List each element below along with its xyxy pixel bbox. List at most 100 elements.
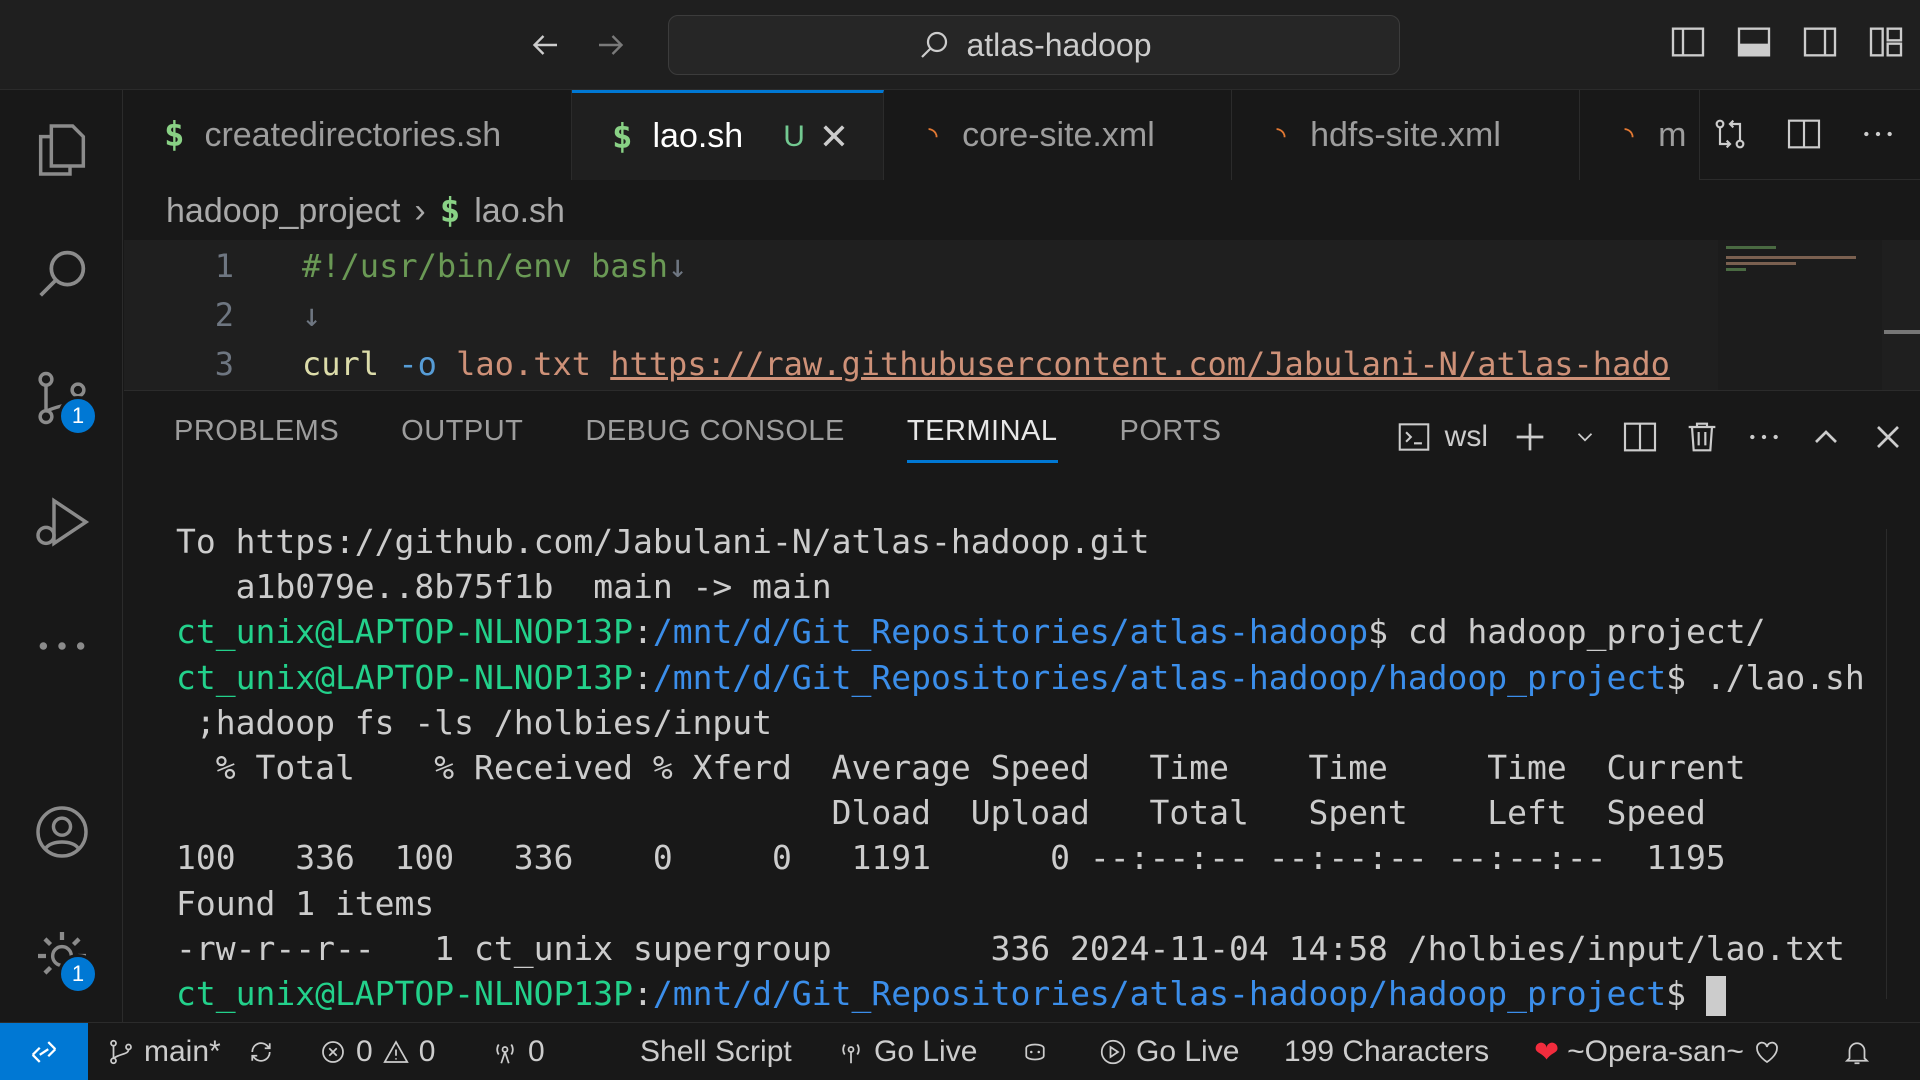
code-line: 2 ↓	[124, 291, 1724, 339]
tab-output[interactable]: OUTPUT	[401, 415, 523, 463]
prompt-path: /mnt/d/Git_Repositories/atlas-hadoop/had…	[652, 657, 1667, 697]
tab-label: createdirectories.sh	[204, 115, 502, 154]
toggle-secondary-sidebar-icon[interactable]	[1800, 22, 1840, 62]
play-circle-icon	[1100, 1039, 1126, 1065]
shebang-text: #!/usr/bin/env bash	[302, 247, 669, 285]
toggle-panel-icon[interactable]	[1734, 22, 1774, 62]
accounts-icon[interactable]	[24, 794, 100, 870]
terminal-line: a1b079e..8b75f1b main -> main	[176, 567, 832, 607]
minimap[interactable]	[1718, 240, 1882, 390]
broadcast-icon	[842, 1044, 860, 1064]
search-icon[interactable]	[24, 236, 100, 312]
terminal-line: % Total % Received % Xferd Average Speed…	[176, 748, 1746, 788]
prompt-command: $ cd hadoop_project/	[1368, 612, 1766, 652]
chevron-right-icon: ›	[414, 191, 426, 230]
status-bar: main* 0 0 0 Shell Script Go Live Go Live…	[0, 1022, 1920, 1080]
close-icon[interactable]: ✕	[819, 116, 849, 158]
settings-gear-icon[interactable]: 1	[24, 918, 100, 994]
toggle-primary-sidebar-icon[interactable]	[1668, 22, 1708, 62]
panel-actions: wsl	[1395, 415, 1908, 459]
source-control-badge: 1	[58, 396, 98, 436]
prompt-path: /mnt/d/Git_Repositories/atlas-hadoop	[652, 612, 1369, 652]
go-live-button-2[interactable]: Go Live	[1098, 1023, 1239, 1080]
tab-ports[interactable]: PORTS	[1120, 415, 1222, 463]
terminal-output[interactable]: To https://github.com/Jabulani-N/atlas-h…	[176, 519, 1896, 1016]
prompt-command: $ ./lao.sh	[1666, 657, 1865, 697]
prompt-user: ct_unix@LAPTOP-NLNOP13P	[176, 612, 633, 652]
close-panel-icon[interactable]	[1868, 415, 1908, 459]
ports-count: 0	[528, 1035, 545, 1068]
maximize-panel-chevron-up-icon[interactable]	[1806, 415, 1846, 459]
chevron-down-icon[interactable]	[1572, 415, 1598, 459]
tab-core-site[interactable]: ◝ core-site.xml	[884, 90, 1232, 180]
customize-layout-icon[interactable]	[1866, 22, 1906, 62]
go-live-button[interactable]: Go Live	[836, 1023, 977, 1080]
search-icon	[921, 31, 948, 58]
settings-badge: 1	[58, 954, 98, 994]
breadcrumb-file[interactable]: lao.sh	[474, 192, 565, 231]
go-live-label: Go Live	[874, 1035, 978, 1068]
rss-icon: ◝	[1620, 117, 1639, 153]
prompt-user: ct_unix@LAPTOP-NLNOP13P	[176, 657, 633, 697]
remote-indicator-icon[interactable]	[0, 1022, 88, 1080]
more-actions-icon[interactable]	[1744, 415, 1784, 459]
ports-indicator[interactable]: 0	[490, 1023, 545, 1080]
compare-changes-icon[interactable]	[1708, 112, 1752, 156]
tab-hdfs-site[interactable]: ◝ hdfs-site.xml	[1232, 90, 1580, 180]
user-status[interactable]: ❤ ~Opera-san~	[1534, 1023, 1782, 1080]
sync-icon[interactable]	[246, 1023, 276, 1080]
character-count-label: 199 Characters	[1284, 1035, 1490, 1068]
language-mode[interactable]: Shell Script	[640, 1023, 792, 1080]
trash-icon[interactable]	[1682, 415, 1722, 459]
more-actions-icon[interactable]	[1856, 112, 1900, 156]
terminal-line: Dload Upload Total Spent Left Speed	[176, 793, 1706, 833]
code-line: 1 #!/usr/bin/env bash↓	[124, 242, 1724, 290]
line-number: 1	[214, 247, 234, 285]
tab-label: lao.sh	[652, 117, 744, 155]
terminal-prompt-line: ct_unix@LAPTOP-NLNOP13P:/mnt/d/Git_Repos…	[176, 971, 1896, 1016]
problems-indicator[interactable]: 0 0	[318, 1023, 435, 1080]
new-terminal-plus-icon[interactable]	[1510, 415, 1550, 459]
run-debug-icon[interactable]	[24, 484, 100, 560]
shell-file-icon: $	[164, 115, 185, 155]
terminal-shell-selector[interactable]: wsl	[1395, 415, 1488, 459]
tab-label: m	[1658, 115, 1687, 154]
tab-createdirectories[interactable]: $ createdirectories.sh	[124, 90, 572, 180]
code-editor[interactable]: 1 #!/usr/bin/env bash↓ 2 ↓ 3 curl -o lao…	[124, 240, 1920, 390]
tab-debug-console[interactable]: DEBUG CONSOLE	[585, 415, 845, 463]
code-command: curl	[302, 345, 380, 383]
breadcrumb-folder[interactable]: hadoop_project	[166, 192, 400, 231]
prompt-command: $	[1666, 974, 1706, 1014]
source-control-icon[interactable]: 1	[24, 360, 100, 436]
character-count[interactable]: 199 Characters	[1284, 1023, 1489, 1080]
broadcast-icon	[496, 1044, 514, 1064]
split-terminal-icon[interactable]	[1620, 415, 1660, 459]
code-url-link[interactable]: https://raw.githubusercontent.com/Jabula…	[610, 345, 1670, 383]
tab-terminal[interactable]: TERMINAL	[906, 415, 1058, 463]
copilot-icon[interactable]	[1020, 1023, 1050, 1080]
explorer-icon[interactable]	[24, 112, 100, 188]
split-editor-icon[interactable]	[1782, 112, 1826, 156]
notifications-bell-icon[interactable]	[1842, 1023, 1872, 1080]
tab-lao-sh[interactable]: $ lao.sh U ✕	[572, 90, 884, 180]
terminal-line: Found 1 items	[176, 883, 435, 923]
go-live-label: Go Live	[1136, 1035, 1240, 1068]
command-center-search[interactable]: atlas-hadoop	[668, 15, 1400, 75]
search-text: atlas-hadoop	[966, 26, 1152, 63]
activity-bar: 1 1	[0, 90, 123, 1022]
branch-indicator[interactable]: main*	[106, 1023, 221, 1080]
rss-icon: ◝	[1272, 117, 1291, 153]
eol-marker: ↓	[302, 296, 322, 334]
back-arrow-icon[interactable]	[522, 22, 568, 68]
terminal-scrollbar[interactable]	[1886, 529, 1920, 999]
more-views-icon[interactable]	[24, 608, 100, 684]
title-bar: atlas-hadoop	[0, 0, 1920, 90]
code-flag: -o	[398, 345, 437, 383]
warning-count: 0	[418, 1035, 436, 1068]
terminal-icon	[1398, 423, 1429, 451]
tab-problems[interactable]: PROBLEMS	[174, 415, 339, 463]
user-label: ~Opera-san~	[1567, 1035, 1744, 1068]
tab-truncated[interactable]: ◝ m	[1580, 90, 1700, 180]
tab-label: hdfs-site.xml	[1310, 115, 1501, 154]
forward-arrow-icon[interactable]	[588, 22, 634, 68]
